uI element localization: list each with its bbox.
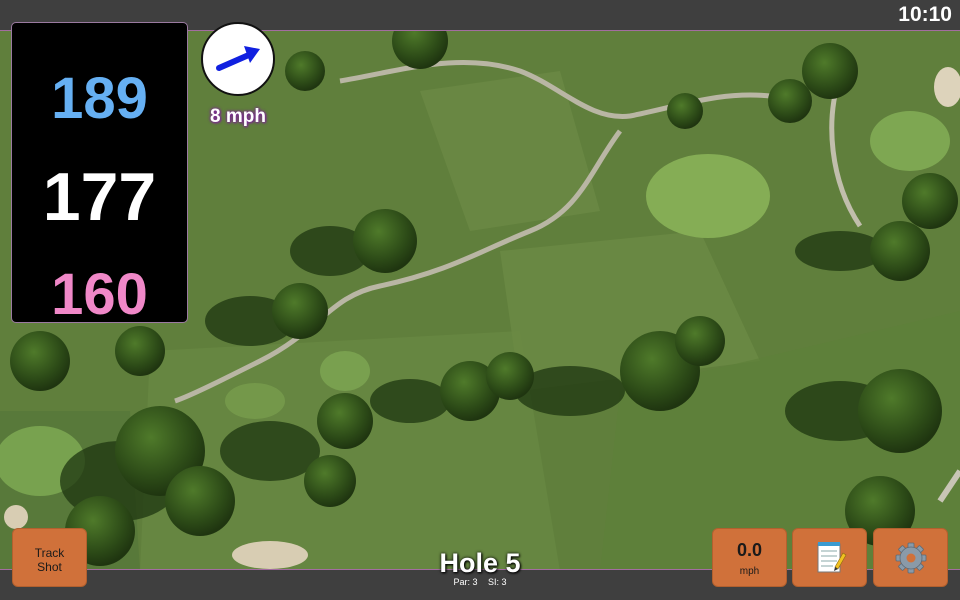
wind-speed: 8 mph: [210, 106, 266, 127]
gear-icon: [895, 542, 927, 574]
back-distance: 189: [51, 66, 148, 131]
hole-par: Par: 3: [453, 577, 478, 587]
speed-value: 0.0: [736, 540, 763, 560]
clock: 10:10: [898, 3, 952, 26]
front-distance: 160: [51, 262, 148, 327]
hole-stroke-index: SI: 3: [488, 577, 507, 587]
arrow-icon: [216, 46, 260, 71]
track-shot-label-line2: Shot: [37, 560, 62, 574]
notes-button[interactable]: [792, 528, 867, 587]
speed-unit: mph: [739, 566, 760, 577]
wind-indicator: [201, 22, 275, 96]
middle-distance: 177: [42, 159, 157, 235]
distance-panel: 189 177 160: [11, 22, 188, 327]
hole-title: Hole 5: [439, 548, 521, 578]
notepad-icon: [817, 542, 847, 573]
hole-meta: Par: 3 SI: 3: [380, 577, 580, 587]
track-shot-button[interactable]: Track Shot: [12, 528, 87, 587]
speed-button[interactable]: 0.0 mph: [712, 528, 787, 587]
track-shot-label-line1: Track: [34, 546, 65, 560]
settings-button[interactable]: [873, 528, 948, 587]
